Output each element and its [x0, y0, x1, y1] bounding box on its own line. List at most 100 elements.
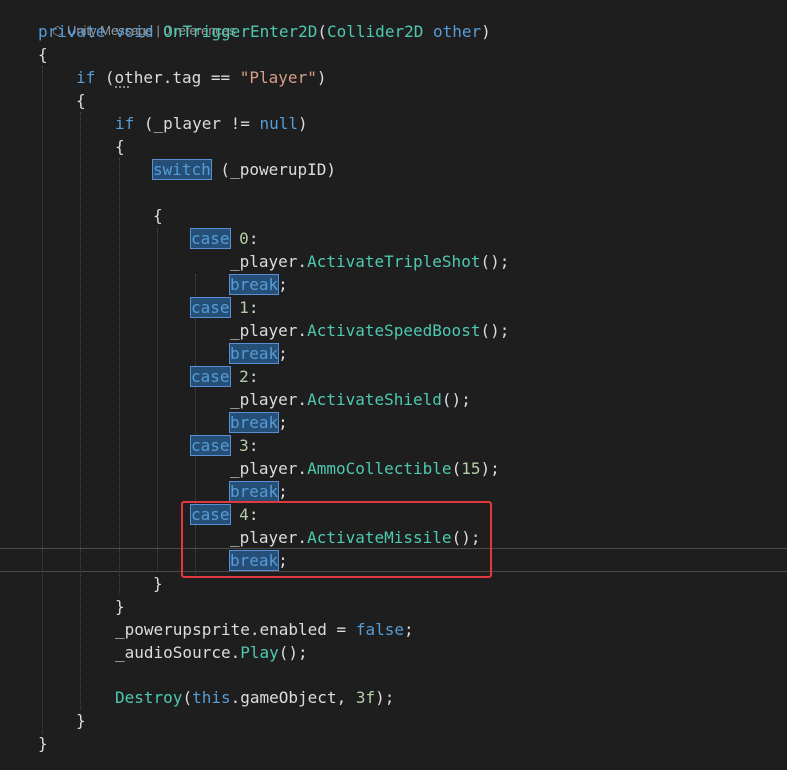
punct: ;: [278, 275, 288, 294]
punct: ();: [278, 643, 308, 662]
method-name: ActivateTripleShot: [307, 252, 481, 271]
brace: }: [115, 597, 125, 616]
code-line[interactable]: _player.AmmoCollectible(15);: [230, 457, 500, 480]
number-literal: 15: [461, 459, 481, 478]
brace: }: [38, 734, 48, 753]
condition: (other.tag ==: [95, 68, 240, 87]
punct: ;: [278, 482, 288, 501]
code-line[interactable]: break;: [228, 411, 288, 434]
punct: );: [480, 459, 500, 478]
punct: ();: [480, 252, 510, 271]
code-line[interactable]: break;: [228, 480, 288, 503]
indent-guide: [80, 112, 81, 710]
method-name: OnTriggerEnter2D: [163, 22, 318, 41]
code-line[interactable]: _player.ActivateSpeedBoost();: [230, 319, 509, 342]
brace: }: [153, 574, 163, 593]
indent-guide: [42, 66, 43, 734]
switch-expression: (_powerupID): [210, 160, 337, 179]
brace: {: [76, 91, 86, 110]
code-line[interactable]: {: [115, 135, 125, 158]
identifier: _player.: [230, 321, 308, 340]
brace: {: [153, 206, 163, 225]
statement: _powerupsprite.enabled =: [115, 620, 356, 639]
punct: ;: [404, 620, 414, 639]
method-name: ActivateSpeedBoost: [307, 321, 481, 340]
keyword: this: [192, 688, 231, 707]
method-name: Destroy: [115, 688, 183, 707]
punct: :: [248, 298, 259, 317]
number-literal: 2: [239, 367, 249, 386]
keyword-highlight: case: [190, 228, 231, 249]
code-line[interactable]: _powerupsprite.enabled = false;: [115, 618, 414, 641]
identifier: _player.: [230, 390, 308, 409]
punct: :: [248, 436, 259, 455]
method-name: Play: [240, 643, 279, 662]
brace: {: [115, 137, 125, 156]
keyword: if: [76, 68, 96, 87]
brace: {: [38, 45, 48, 64]
keyword-highlight: break: [228, 412, 280, 433]
punct: ): [298, 114, 308, 133]
code-line[interactable]: case 2:: [190, 365, 259, 388]
code-line[interactable]: break;: [228, 273, 288, 296]
number-literal: 3f: [355, 688, 376, 707]
code-line[interactable]: Destroy(this.gameObject, 3f);: [115, 686, 394, 709]
identifier: _player.: [230, 459, 308, 478]
code-line[interactable]: private void OnTriggerEnter2D(Collider2D…: [38, 20, 491, 43]
punct: (: [451, 459, 462, 478]
identifier: _player.: [230, 252, 308, 271]
method-name: AmmoCollectible: [307, 459, 452, 478]
string-literal: "Player": [239, 68, 317, 87]
code-line[interactable]: case 3:: [190, 434, 259, 457]
keyword-highlight: case: [190, 366, 231, 387]
punct: ;: [278, 344, 288, 363]
punct: (: [182, 688, 193, 707]
keyword: null: [259, 114, 299, 133]
keyword-highlight: break: [228, 274, 280, 295]
code-line[interactable]: }: [115, 595, 125, 618]
keyword-highlight: case: [190, 297, 231, 318]
number-literal: 3: [239, 436, 249, 455]
code-line[interactable]: _player.ActivateShield();: [230, 388, 471, 411]
param-name: other: [432, 22, 482, 41]
keyword-highlight: break: [228, 343, 280, 364]
keyword: private: [38, 22, 106, 41]
code-line[interactable]: {: [76, 89, 86, 112]
indent-guide: [119, 158, 120, 594]
keyword-highlight: switch: [152, 159, 212, 180]
code-line[interactable]: case 1:: [190, 296, 259, 319]
punct: ();: [480, 321, 510, 340]
punct: ;: [278, 413, 288, 432]
brace: }: [76, 711, 86, 730]
identifier: _audioSource.: [115, 643, 241, 662]
code-line[interactable]: _player.ActivateTripleShot();: [230, 250, 509, 273]
method-name: ActivateShield: [307, 390, 442, 409]
annotation-highlight-box: [181, 501, 492, 578]
code-line[interactable]: {: [153, 204, 163, 227]
number-literal: 0: [239, 229, 249, 248]
keyword: if: [115, 114, 135, 133]
code-line[interactable]: {: [38, 43, 48, 66]
code-line[interactable]: switch (_powerupID): [152, 158, 337, 181]
indent-guide: [157, 228, 158, 572]
code-line[interactable]: if (other.tag == "Player"): [76, 66, 326, 89]
identifier: .gameObject,: [230, 688, 356, 707]
punct: ): [316, 68, 327, 87]
type-name: Collider2D: [327, 22, 424, 41]
punct: ): [481, 22, 491, 41]
code-line[interactable]: break;: [228, 342, 288, 365]
punct: (: [317, 22, 328, 41]
code-editor[interactable]: ⬡ Unity Message | 0 references private vo…: [0, 0, 787, 770]
condition: (_player !=: [134, 114, 260, 133]
code-line[interactable]: _audioSource.Play();: [115, 641, 308, 664]
punct: :: [248, 367, 259, 386]
keyword-highlight: break: [228, 481, 280, 502]
code-line[interactable]: if (_player != null): [115, 112, 308, 135]
code-line[interactable]: case 0:: [190, 227, 259, 250]
punct: ();: [441, 390, 471, 409]
code-line[interactable]: }: [153, 572, 163, 595]
punct: :: [248, 229, 259, 248]
code-line[interactable]: }: [76, 709, 86, 732]
code-line[interactable]: }: [38, 732, 48, 755]
keyword: void: [115, 22, 154, 41]
